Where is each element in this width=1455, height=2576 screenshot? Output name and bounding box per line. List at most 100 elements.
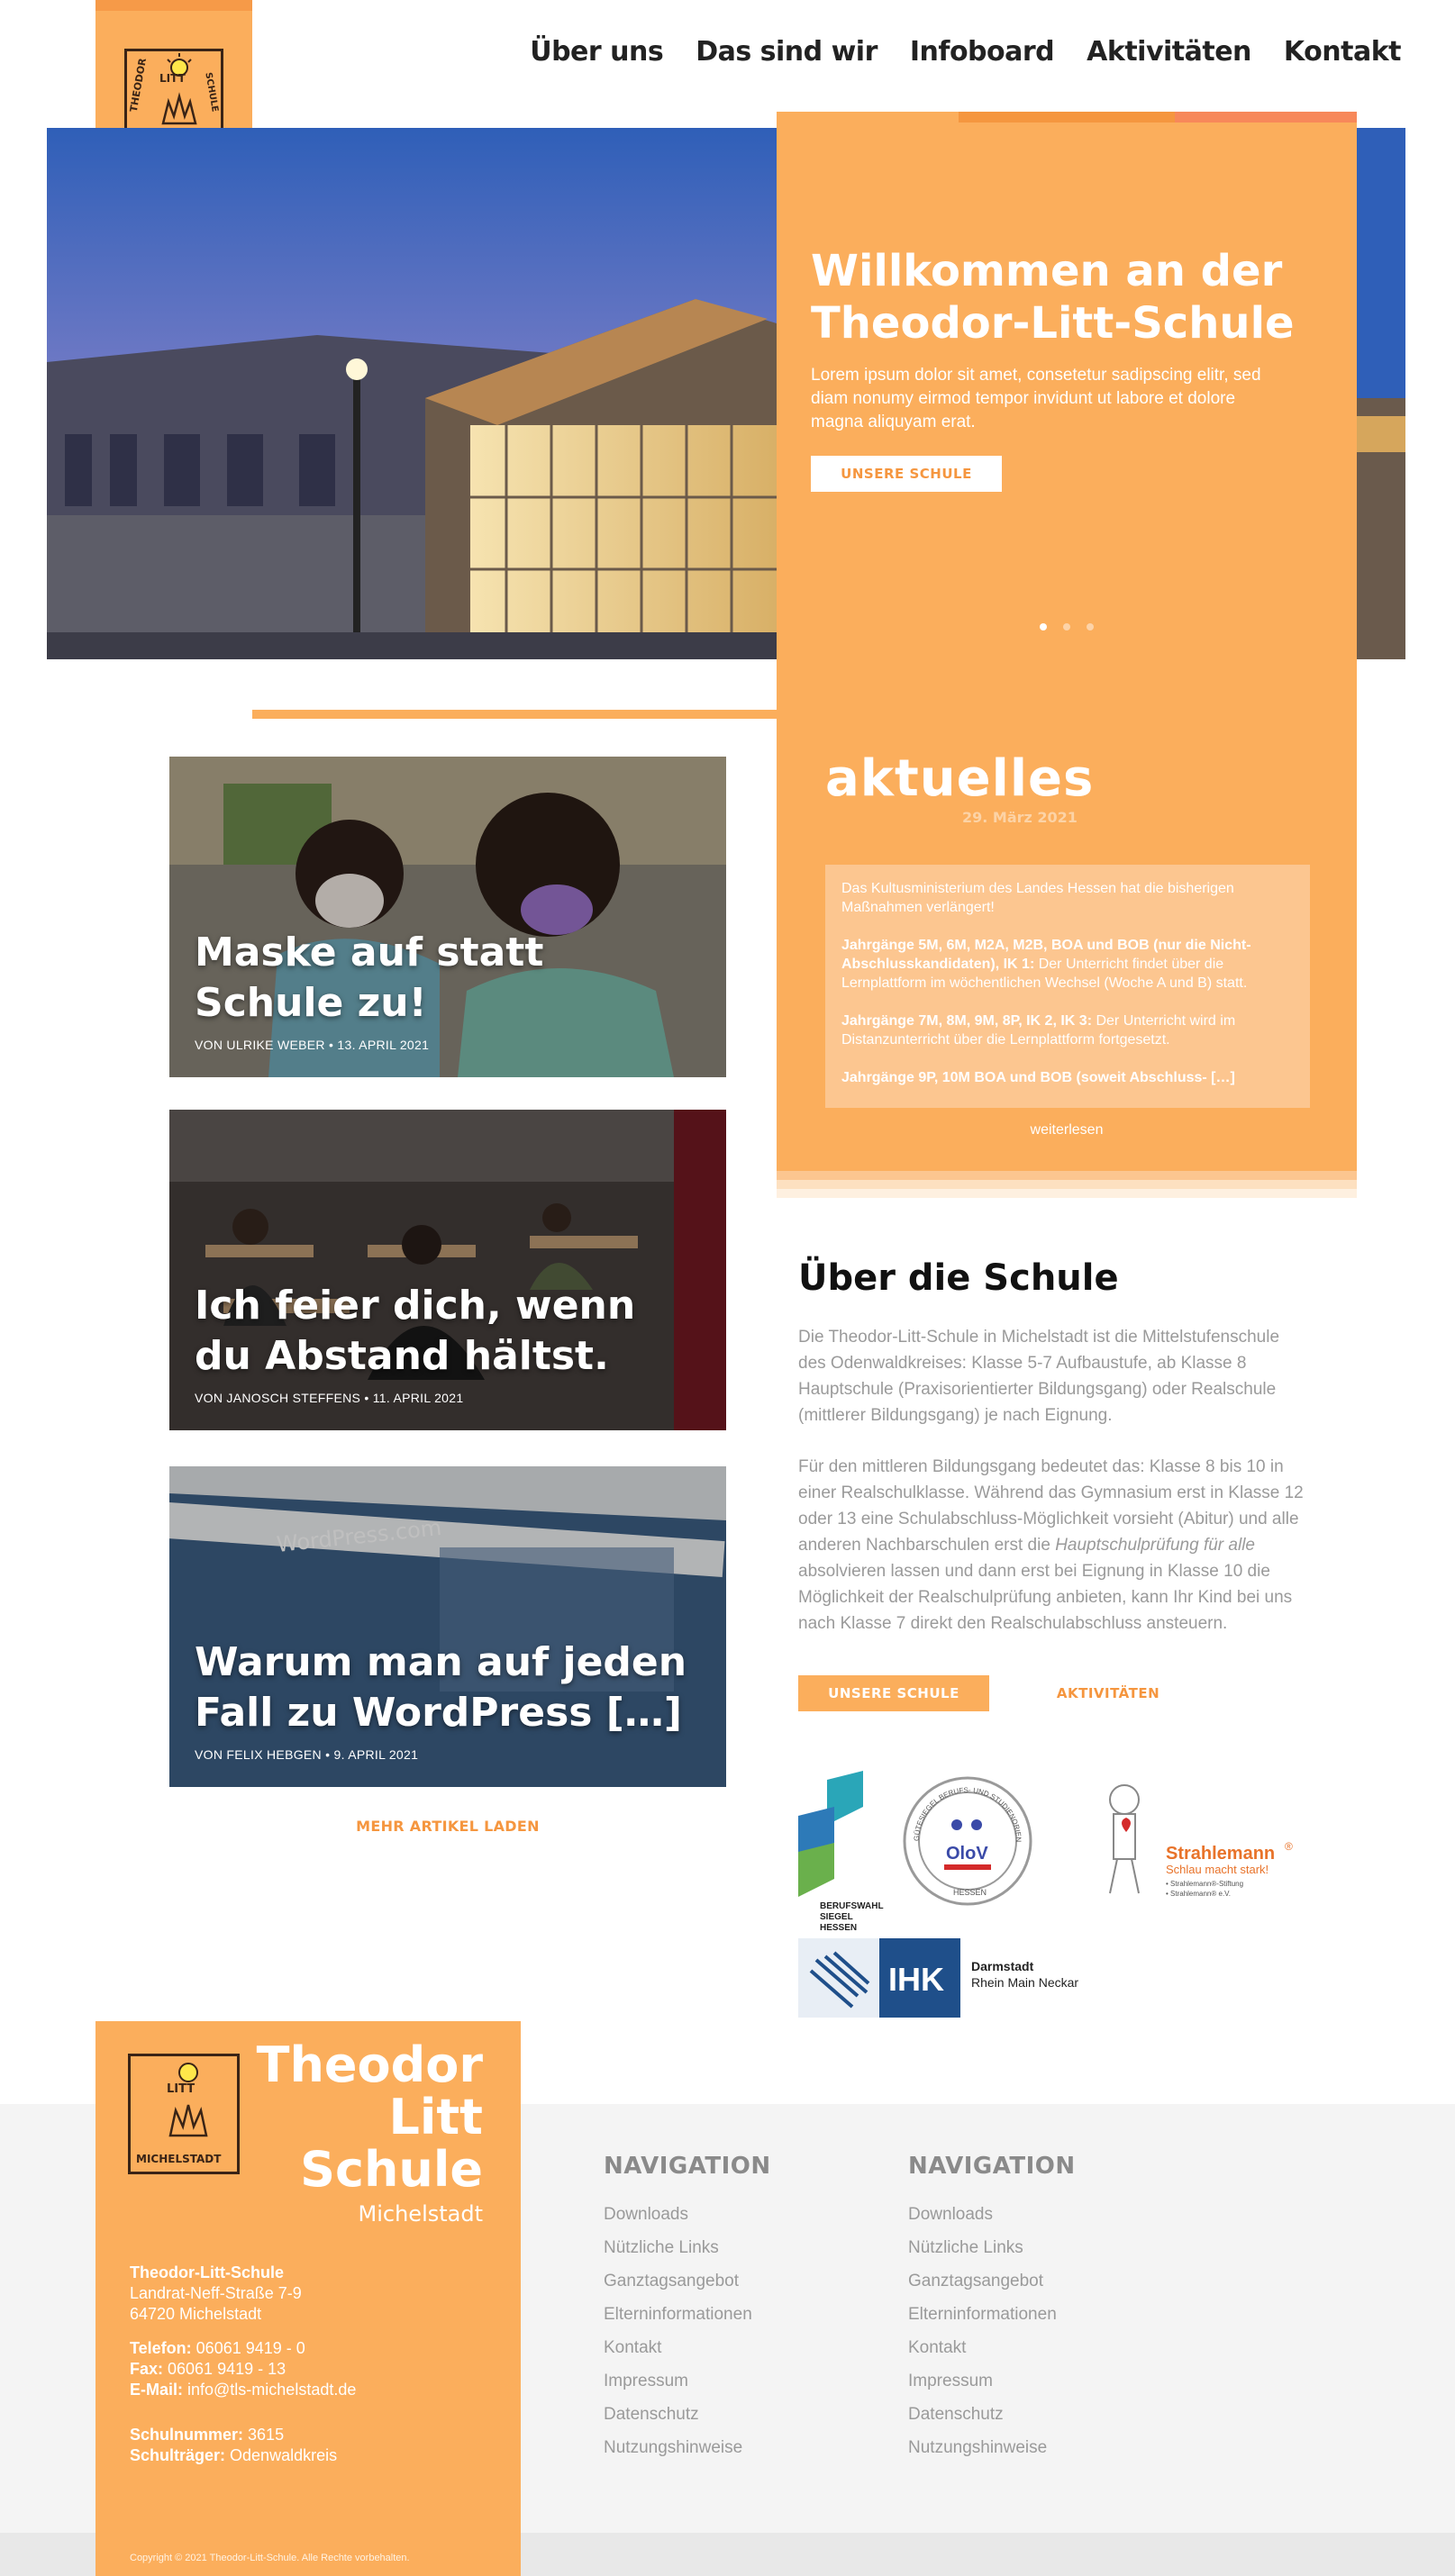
post-title[interactable]: Warum man auf jeden Fall zu WordPress […… <box>195 1637 699 1738</box>
news-title: aktuelles <box>825 749 1095 808</box>
footer-nav-title: NAVIGATION <box>604 2153 771 2180</box>
about-text: absolvieren lassen und dann erst bei Eig… <box>798 1562 1293 1633</box>
nav-item-ueber-uns[interactable]: Über uns <box>530 36 664 68</box>
post-card[interactable]: Maske auf statt Schule zu! VON ULRIKE WE… <box>169 757 726 1077</box>
footer-tel-label: Telefon: <box>130 2339 192 2357</box>
partner-logos: BERUFSWAHL SIEGEL HESSEN GÜTESIEGEL BERU… <box>790 1764 1333 2023</box>
footer-logo[interactable]: LITT MICHELSTADT <box>128 2054 240 2174</box>
hero-title: Willkommen an der Theodor-Litt-Schule <box>811 246 1295 349</box>
hero-panel: Willkommen an der Theodor-Litt-Schule Lo… <box>777 112 1357 697</box>
footer-school-name-line: Litt <box>388 2089 483 2145</box>
news-item: Jahrgänge 9P, 10M BOA und BOB (soweit Ab… <box>841 1068 1294 1087</box>
footer-link-elterninformationen[interactable]: Elterninformationen <box>908 2298 1076 2331</box>
logo-sun-icon: LITT MICHELSTADT <box>136 2063 222 2165</box>
footer-tel[interactable]: 06061 9419 - 0 <box>192 2339 305 2357</box>
news-item: Jahrgänge 7M, 8M, 9M, 8P, IK 2, IK 3: De… <box>841 1011 1294 1049</box>
ihk-city: Darmstadt <box>971 1959 1034 1973</box>
footer-link-impressum[interactable]: Impressum <box>604 2364 771 2398</box>
footer-mail-label: E-Mail: <box>130 2381 184 2399</box>
footer-traeger: Odenwaldkreis <box>225 2446 338 2464</box>
news-date: 29. März 2021 <box>962 809 1078 826</box>
post-title[interactable]: Maske auf statt Schule zu! <box>195 928 699 1029</box>
slider-dot-active[interactable] <box>1040 623 1047 630</box>
strahlemann-sub: • Strahlemann®-Stiftung <box>1166 1880 1243 1888</box>
siegel-text: SIEGEL <box>820 1912 853 1922</box>
footer-link-ganztagsangebot[interactable]: Ganztagsangebot <box>908 2264 1076 2298</box>
load-more-posts-button[interactable]: MEHR ARTIKEL LADEN <box>169 1818 726 1835</box>
about-paragraph: Für den mittleren Bildungsgang bedeutet … <box>798 1454 1308 1637</box>
footer-city: Michelstadt <box>358 2201 483 2227</box>
hero-stripe <box>1175 112 1357 122</box>
footer-link-nuetzliche-links[interactable]: Nützliche Links <box>604 2231 771 2264</box>
post-image <box>169 757 726 1077</box>
about-title: Über die Schule <box>798 1257 1119 1299</box>
slider-dot[interactable] <box>1063 623 1070 630</box>
footer-link-ganztagsangebot[interactable]: Ganztagsangebot <box>604 2264 771 2298</box>
strahlemann-slogan: Schlau macht stark! <box>1166 1863 1269 1876</box>
ihk-city: Rhein Main Neckar <box>971 1975 1078 1990</box>
connector-line <box>252 710 777 719</box>
strahlemann-logo[interactable]: Strahlemann ® Schlau macht stark! • Stra… <box>1109 1784 1293 1898</box>
footer-nr-label: Schulnummer: <box>130 2426 244 2444</box>
footer-link-nuetzliche-links[interactable]: Nützliche Links <box>908 2231 1076 2264</box>
news-box: Das Kultusministerium des Landes Hessen … <box>825 865 1310 1108</box>
footer-link-elterninformationen[interactable]: Elterninformationen <box>604 2298 771 2331</box>
about-activities-button[interactable]: AKTIVITÄTEN <box>1009 1675 1207 1711</box>
olov-state-text: HESSEN <box>953 1888 987 1897</box>
post-meta: VON JANOSCH STEFFENS • 11. APRIL 2021 <box>195 1391 464 1405</box>
footer-link-impressum[interactable]: Impressum <box>908 2364 1076 2398</box>
post-title[interactable]: Ich feier dich, wenn du Abstand hältst. <box>195 1281 699 1382</box>
logo-text-2: LITT <box>167 2082 195 2096</box>
nav-item-aktivitaeten[interactable]: Aktivitäten <box>1087 36 1251 68</box>
logo-text-4: MICHELSTADT <box>136 2153 222 2165</box>
hero-stripe <box>959 112 1175 122</box>
footer-address-name: Theodor-Litt-Schule <box>130 2263 284 2281</box>
nav-item-kontakt[interactable]: Kontakt <box>1284 36 1402 68</box>
olov-text: OloV <box>946 1844 988 1864</box>
about-paragraph: Die Theodor-Litt-Schule in Michelstadt i… <box>798 1328 1280 1425</box>
ihk-text: IHK <box>888 1961 944 1998</box>
footer-address-city: 64720 Michelstadt <box>130 2305 262 2323</box>
footer-nav-column: NAVIGATION Downloads Nützliche Links Gan… <box>908 2153 1076 2464</box>
ihk-logo[interactable]: IHK Darmstadt Rhein Main Neckar <box>798 1938 1078 2018</box>
berufswahlsiegel-logo[interactable]: BERUFSWAHL SIEGEL HESSEN <box>798 1771 884 1933</box>
footer-copyright: Copyright © 2021 Theodor-Litt-Schule. Al… <box>130 2553 410 2563</box>
footer-link-datenschutz[interactable]: Datenschutz <box>908 2398 1076 2431</box>
footer-link-kontakt[interactable]: Kontakt <box>604 2331 771 2364</box>
strahlemann-name: Strahlemann <box>1166 1844 1275 1864</box>
news-item-bold: Jahrgänge 9P, 10M BOA und BOB (soweit Ab… <box>841 1070 1235 1085</box>
footer-link-downloads[interactable]: Downloads <box>908 2198 1076 2231</box>
post-image: WordPress.com <box>169 1466 726 1787</box>
post-image <box>169 1110 726 1430</box>
nav-item-infoboard[interactable]: Infoboard <box>910 36 1055 68</box>
news-item: Jahrgänge 5M, 6M, M2A, M2B, BOA und BOB … <box>841 936 1294 993</box>
footer-traeger-label: Schulträger: <box>130 2446 226 2464</box>
about-text-italic: Hauptschulprüfung für alle <box>1055 1536 1255 1555</box>
slider-dot[interactable] <box>1087 623 1094 630</box>
about-school-button[interactable]: UNSERE SCHULE <box>798 1675 989 1711</box>
siegel-text: HESSEN <box>820 1923 857 1933</box>
post-card[interactable]: WordPress.com Warum man auf jeden Fall z… <box>169 1466 726 1787</box>
footer-fax-label: Fax: <box>130 2360 164 2378</box>
footer-link-datenschutz[interactable]: Datenschutz <box>604 2398 771 2431</box>
strahlemann-sub: • Strahlemann® e.V. <box>1166 1890 1231 1898</box>
footer-link-kontakt[interactable]: Kontakt <box>908 2331 1076 2364</box>
panel-fade <box>777 1189 1357 1198</box>
footer-link-downloads[interactable]: Downloads <box>604 2198 771 2231</box>
footer-link-nutzungshinweise[interactable]: Nutzungshinweise <box>908 2431 1076 2464</box>
logo-text-1: THEODOR <box>128 57 149 113</box>
footer-mail-link[interactable]: info@tls-michelstadt.de <box>183 2381 356 2399</box>
footer-card: LITT MICHELSTADT Theodor Litt Schule Mic… <box>95 2021 521 2576</box>
footer-school-info: Schulnummer: 3615 Schulträger: Odenwaldk… <box>130 2425 337 2466</box>
news-read-more-link[interactable]: weiterlesen <box>777 1122 1357 1138</box>
footer-nr: 3615 <box>243 2426 285 2444</box>
post-card[interactable]: Ich feier dich, wenn du Abstand hältst. … <box>169 1110 726 1430</box>
footer-link-nutzungshinweise[interactable]: Nutzungshinweise <box>604 2431 771 2464</box>
nav-item-das-sind-wir[interactable]: Das sind wir <box>696 36 878 68</box>
footer-school-name-line: Schule <box>300 2141 483 2198</box>
hero-button[interactable]: UNSERE SCHULE <box>811 456 1002 492</box>
logo-text-3: SCHULE <box>203 72 220 113</box>
news-intro: Das Kultusministerium des Landes Hessen … <box>841 881 1234 915</box>
news-panel: aktuelles 29. März 2021 Das Kultusminist… <box>777 697 1357 1171</box>
strahlemann-registered-mark: ® <box>1285 1840 1293 1853</box>
